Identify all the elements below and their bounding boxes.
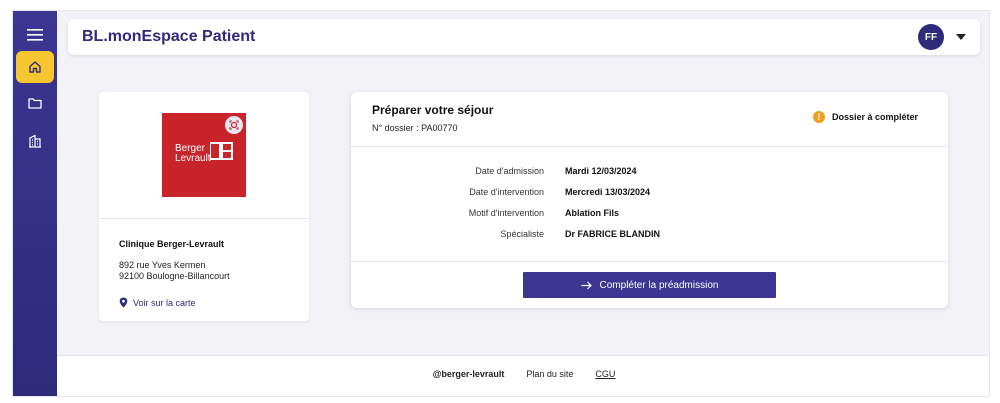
sidebar [13,11,57,396]
admission-date-value: Mardi 12/03/2024 [565,166,637,176]
warning-icon: ! [812,111,825,123]
clinic-name: Clinique Berger-Levrault [119,239,225,249]
map-link[interactable]: Voir sur la carte [119,297,196,308]
intervention-date-label: Date d'intervention [469,187,544,197]
folder-icon [28,98,42,109]
chevron-down-icon[interactable] [956,34,966,40]
address-line2: 92100 Boulogne-Billancourt [119,271,230,281]
footer-brand: @berger-levrault [432,369,505,379]
admission-date-label: Date d'admission [475,166,544,176]
footer-links: @berger-levrault Plan du site CGU [57,369,989,379]
divider [351,261,948,262]
logo-mark-icon [210,142,233,160]
status-badge: ! Dossier à compléter [812,111,918,123]
specialist-label: Spécialiste [500,229,544,239]
map-link-label: Voir sur la carte [133,297,196,308]
app-frame: BL.monEspace Patient FF Berger Levrault … [12,10,990,397]
intervention-reason-value: Ablation Fils [565,208,619,218]
specialist-value: Dr FABRICE BLANDIN [565,229,661,239]
footer-sitemap-link[interactable]: Plan du site [526,369,573,379]
footer: @berger-levrault Plan du site CGU [57,355,989,396]
badge-icon [225,116,243,134]
building-icon [29,134,41,148]
sidebar-item-folder[interactable] [16,87,54,119]
app-title: BL.monEspace Patient [82,28,256,45]
menu-button[interactable] [16,19,54,51]
logo-line2: Levrault [175,153,211,164]
app-header: BL.monEspace Patient FF [68,19,980,55]
clinic-card: Berger Levrault Clinique Berger-Levrault… [99,92,309,321]
cta-label: Compléter la préadmission [599,279,719,291]
map-pin-icon [119,297,128,308]
divider [351,146,948,147]
complete-preadmission-button[interactable]: Compléter la préadmission [523,272,776,298]
arrow-right-icon [581,281,592,289]
footer-cgu-link[interactable]: CGU [595,369,615,379]
divider [99,218,309,219]
sidebar-item-home[interactable] [16,51,54,83]
intervention-date-value: Mercredi 13/03/2024 [565,187,651,197]
stay-card: Préparer votre séjour N° dossier : PA007… [351,92,948,308]
intervention-reason-label: Motif d'intervention [468,208,544,218]
logo-text: Berger Levrault [175,144,211,164]
dossier-number: N° dossier : PA00770 [372,123,458,133]
home-icon [29,61,41,73]
sidebar-item-building[interactable] [16,125,54,157]
avatar[interactable]: FF [918,24,944,50]
stay-title: Préparer votre séjour [372,103,494,117]
address-line1: 892 rue Yves Kermen [119,260,206,270]
status-label: Dossier à compléter [831,112,918,122]
menu-icon [27,29,43,41]
clinic-logo: Berger Levrault [162,113,246,197]
